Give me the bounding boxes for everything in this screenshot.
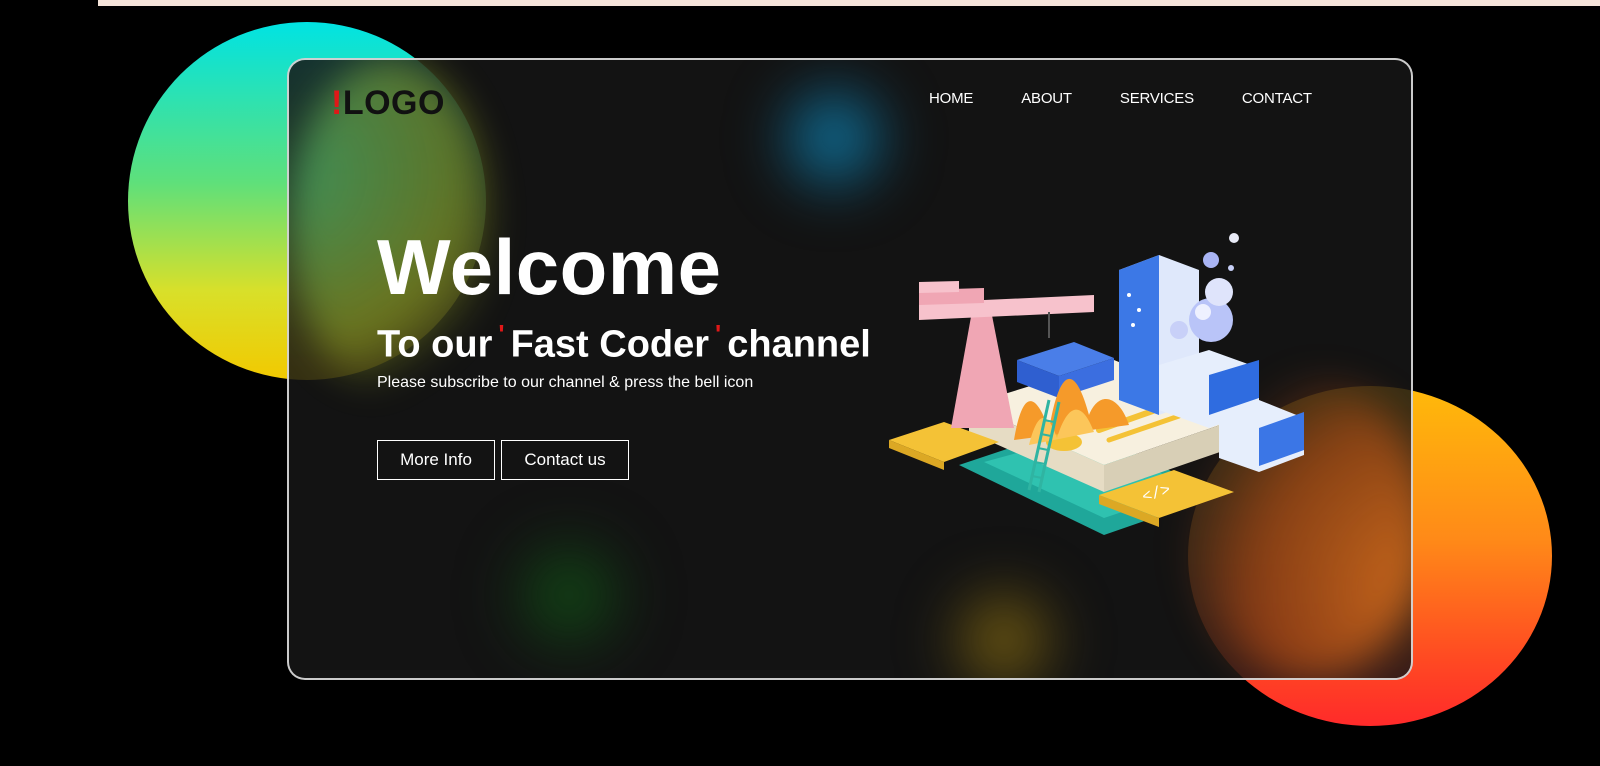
contact-us-button[interactable]: Contact us <box>501 440 629 480</box>
nav-home[interactable]: HOME <box>929 90 973 107</box>
nav-services[interactable]: SERVICES <box>1120 90 1194 107</box>
hero-subtitle-highlight: Fast Coder <box>510 323 710 366</box>
hero-description: Please subscribe to our channel & press … <box>377 374 754 392</box>
hero-title: Welcome <box>377 223 722 311</box>
hero-subtitle: To our ' Fast Coder ' channel <box>377 320 871 366</box>
main-nav: HOME ABOUT SERVICES CONTACT <box>929 90 1312 107</box>
glass-card: !LOGO HOME ABOUT SERVICES CONTACT Welcom… <box>287 58 1413 680</box>
hero-section: Welcome To our ' Fast Coder ' channel Please… <box>377 228 871 392</box>
hero-buttons: More Info Contact us <box>377 440 629 480</box>
more-info-button[interactable]: More Info <box>377 440 495 480</box>
hero-subtitle-suffix: channel <box>727 323 871 366</box>
glow-blob-yellow <box>944 580 1064 678</box>
isometric-coding-illustration: </> <box>889 233 1304 535</box>
logo[interactable]: !LOGO <box>331 84 445 123</box>
page-stage: !LOGO HOME ABOUT SERVICES CONTACT Welcom… <box>0 0 1600 766</box>
nav-contact[interactable]: CONTACT <box>1242 90 1312 107</box>
quote-open: ' <box>498 319 505 349</box>
top-strip <box>98 0 1600 6</box>
glow-blob-green <box>504 530 634 660</box>
hero-subtitle-prefix: To our <box>377 323 493 366</box>
quote-close: ' <box>715 319 722 349</box>
logo-mark: ! <box>331 84 343 122</box>
logo-text: LOGO <box>342 84 445 122</box>
glow-blob-blue <box>774 78 894 198</box>
nav-about[interactable]: ABOUT <box>1021 90 1072 107</box>
